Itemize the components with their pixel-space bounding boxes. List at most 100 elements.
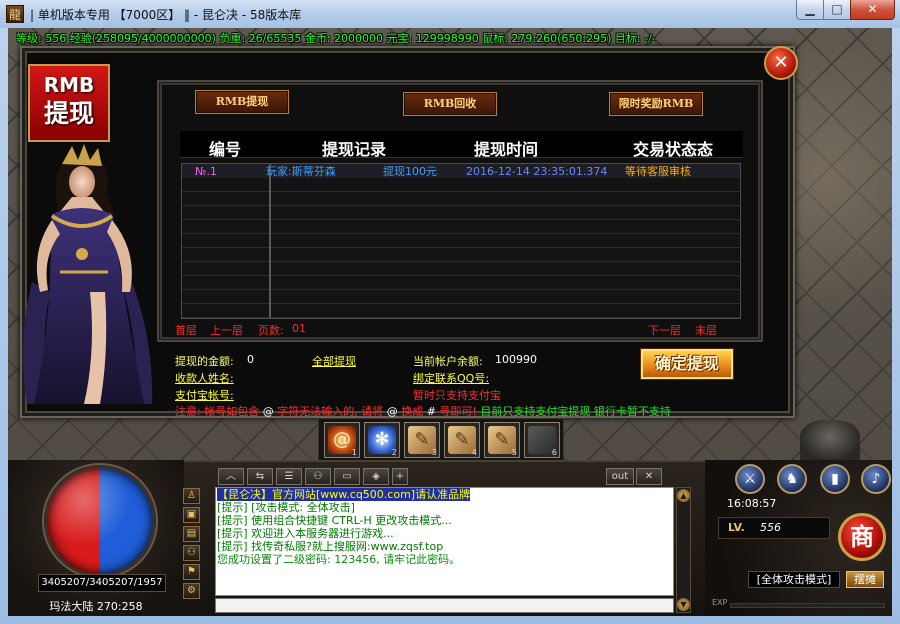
minimize-icon: ▁ (805, 2, 815, 16)
stone-statue (800, 420, 860, 462)
tab-rmb-withdraw[interactable]: RMB提现 (195, 90, 289, 114)
game-window: 龍 | 单机版本专用 【7000区】 ‖ - 昆仑决 - 58版本库 ▁ □ ✕… (0, 0, 900, 624)
guild-button[interactable]: ⚑ (183, 564, 200, 580)
next-page-link[interactable]: 下一层 (648, 322, 681, 338)
chat-expand-button[interactable]: ︿ (218, 468, 244, 485)
flag-icon: ⚑ (187, 566, 196, 577)
people-icon: ⚇ (313, 471, 323, 482)
chat-people-button[interactable]: ⚇ (305, 468, 331, 485)
minimize-button[interactable]: ▁ (796, 0, 824, 20)
level-value: 556 (760, 521, 781, 534)
row-id: №.1 (195, 165, 217, 178)
window-close-button[interactable]: ✕ (850, 0, 895, 20)
notice-segment: 号即可! (435, 405, 481, 418)
chat-line-text: [提示] 找传奇私服?就上搜服网:www.zqsf.top (217, 540, 444, 553)
close-icon: ✕ (773, 52, 789, 73)
hp-mp-readout: 3405207/3405207/1957 (38, 574, 166, 592)
menu-icon: ▮ (831, 471, 839, 487)
prev-page-link[interactable]: 上一层 (210, 322, 243, 338)
skill-book-button[interactable]: ▤ (183, 526, 200, 542)
notice-line: 注意: 帐号如包含 @ 字符无法输入的, 请将 @ 换成 # 号即可! 目前只支… (175, 403, 671, 419)
payee-name-field[interactable]: 收款人姓名: (175, 370, 234, 386)
swap-icon: ⇆ (255, 471, 265, 482)
chat-close-button[interactable]: ✕ (636, 468, 662, 485)
chat-line-text: [提示] [攻击模式: 全体攻击] (217, 501, 355, 514)
balance-label: 当前帐户余额: (413, 355, 483, 368)
settings-button[interactable]: ⚙ (183, 583, 200, 599)
scroll-down-button[interactable]: ▼ (677, 598, 690, 611)
maximize-button[interactable]: □ (823, 0, 851, 20)
group-button[interactable]: ⚇ (183, 545, 200, 561)
skill-slot-2[interactable]: ✻ 2 (364, 422, 400, 458)
skill-slot-6[interactable]: 6 (524, 422, 560, 458)
chat-line: [提示] 找传奇私服?就上搜服网:www.zqsf.top (217, 540, 443, 553)
group-icon: ⚇ (187, 547, 196, 558)
player-status-bar: 等级: 556 经验(258095/4000000000) 负重: 26/655… (16, 32, 656, 45)
chat-add-button[interactable]: + (392, 468, 408, 485)
character-icon: ♙ (187, 490, 196, 501)
qq-number-field[interactable]: 绑定联系QQ号: (413, 370, 489, 386)
skill-key: 6 (551, 448, 557, 457)
skill-key: 1 (351, 448, 357, 457)
exp-bar (730, 603, 885, 608)
skill-slot-1[interactable]: @ 1 (324, 422, 360, 458)
alipay-account-field[interactable]: 支付宝帐号: (175, 387, 234, 403)
row-status: 等待客服审核 (625, 165, 691, 178)
badge-line1: RMB (43, 73, 95, 97)
chat-scrollbar[interactable] (676, 487, 691, 613)
character-button[interactable]: ♙ (183, 488, 200, 504)
skill-slot-5[interactable]: ✎ 5 (484, 422, 520, 458)
exp-label: EXP (712, 598, 728, 607)
row-record: 玩家:斯蒂芬森 (266, 165, 336, 178)
menu-button[interactable]: ▮ (820, 464, 850, 494)
sound-button[interactable]: ♪ (861, 464, 891, 494)
mount-button[interactable]: ♞ (777, 464, 807, 494)
tab-rmb-recycle[interactable]: RMB回收 (403, 92, 497, 116)
chat-input[interactable] (215, 598, 674, 613)
column-header-id: 编号 (209, 140, 242, 159)
chat-line: 您成功设置了二级密码: 123456, 请牢记此密码。 (217, 553, 460, 566)
card-icon: ▭ (342, 471, 352, 482)
notice-segment: # (426, 405, 436, 418)
tab-limited-reward-rmb[interactable]: 限时奖励RMB (609, 92, 703, 116)
column-header-record: 提现记录 (322, 140, 387, 159)
last-page-link[interactable]: 末层 (695, 322, 717, 338)
maximize-icon: □ (831, 2, 843, 16)
map-location: 玛法大陆 270:258 (49, 600, 143, 613)
skill-slot-4[interactable]: ✎ 4 (444, 422, 480, 458)
chat-channel-button[interactable]: ☰ (276, 468, 302, 485)
skill-slot-3[interactable]: ✎ 3 (404, 422, 440, 458)
chat-line-text: 【昆仑决】官方网站[www.cq500.com]请认准品牌 (217, 488, 471, 501)
scroll-up-button[interactable]: ▲ (677, 489, 690, 502)
book-icon: ▤ (186, 528, 197, 539)
badge-line2: 提现 (43, 99, 94, 128)
chat-out-button[interactable]: out (606, 468, 634, 485)
column-header-status: 交易状态态 (633, 140, 714, 159)
chat-swap-button[interactable]: ⇆ (247, 468, 273, 485)
withdraw-all-link[interactable]: 全部提现 (312, 353, 356, 369)
attack-mode-display[interactable]: [全体攻击模式] (748, 571, 840, 588)
dialog-close-button[interactable]: ✕ (764, 46, 798, 80)
stall-button[interactable]: 摆摊 (846, 571, 884, 588)
sword-icon: ⚔ (743, 471, 757, 487)
shop-button[interactable]: 商 (838, 513, 886, 561)
balance-value: 100990 (495, 353, 537, 366)
chat-card-button[interactable]: ▭ (334, 468, 360, 485)
confirm-withdraw-button[interactable]: 确定提现 (641, 349, 733, 379)
table-body[interactable] (181, 163, 741, 319)
notice-segment: @ (262, 405, 274, 418)
bag-icon: ▣ (186, 509, 197, 520)
attack-mode-button[interactable]: ⚔ (735, 464, 765, 494)
amount-input[interactable]: 0 (247, 353, 254, 366)
page-number: 01 (292, 322, 306, 335)
chat-line-text: [提示] 欢迎进入本服务器进行游戏... (217, 527, 394, 540)
chat-filter-button[interactable]: ◈ (363, 468, 389, 485)
amount-label: 提现的金额: (175, 355, 234, 368)
chat-line: [提示] 使用组合快捷键 CTRL-H 更改攻击模式... (217, 514, 452, 527)
bag-button[interactable]: ▣ (183, 507, 200, 523)
table-column-divider (269, 164, 271, 318)
window-title: | 单机版本专用 【7000区】 ‖ - 昆仑决 - 58版本库 (30, 8, 302, 22)
level-label: LV. (728, 521, 745, 534)
plus-icon: + (395, 471, 405, 482)
first-page-link[interactable]: 首层 (175, 322, 197, 338)
